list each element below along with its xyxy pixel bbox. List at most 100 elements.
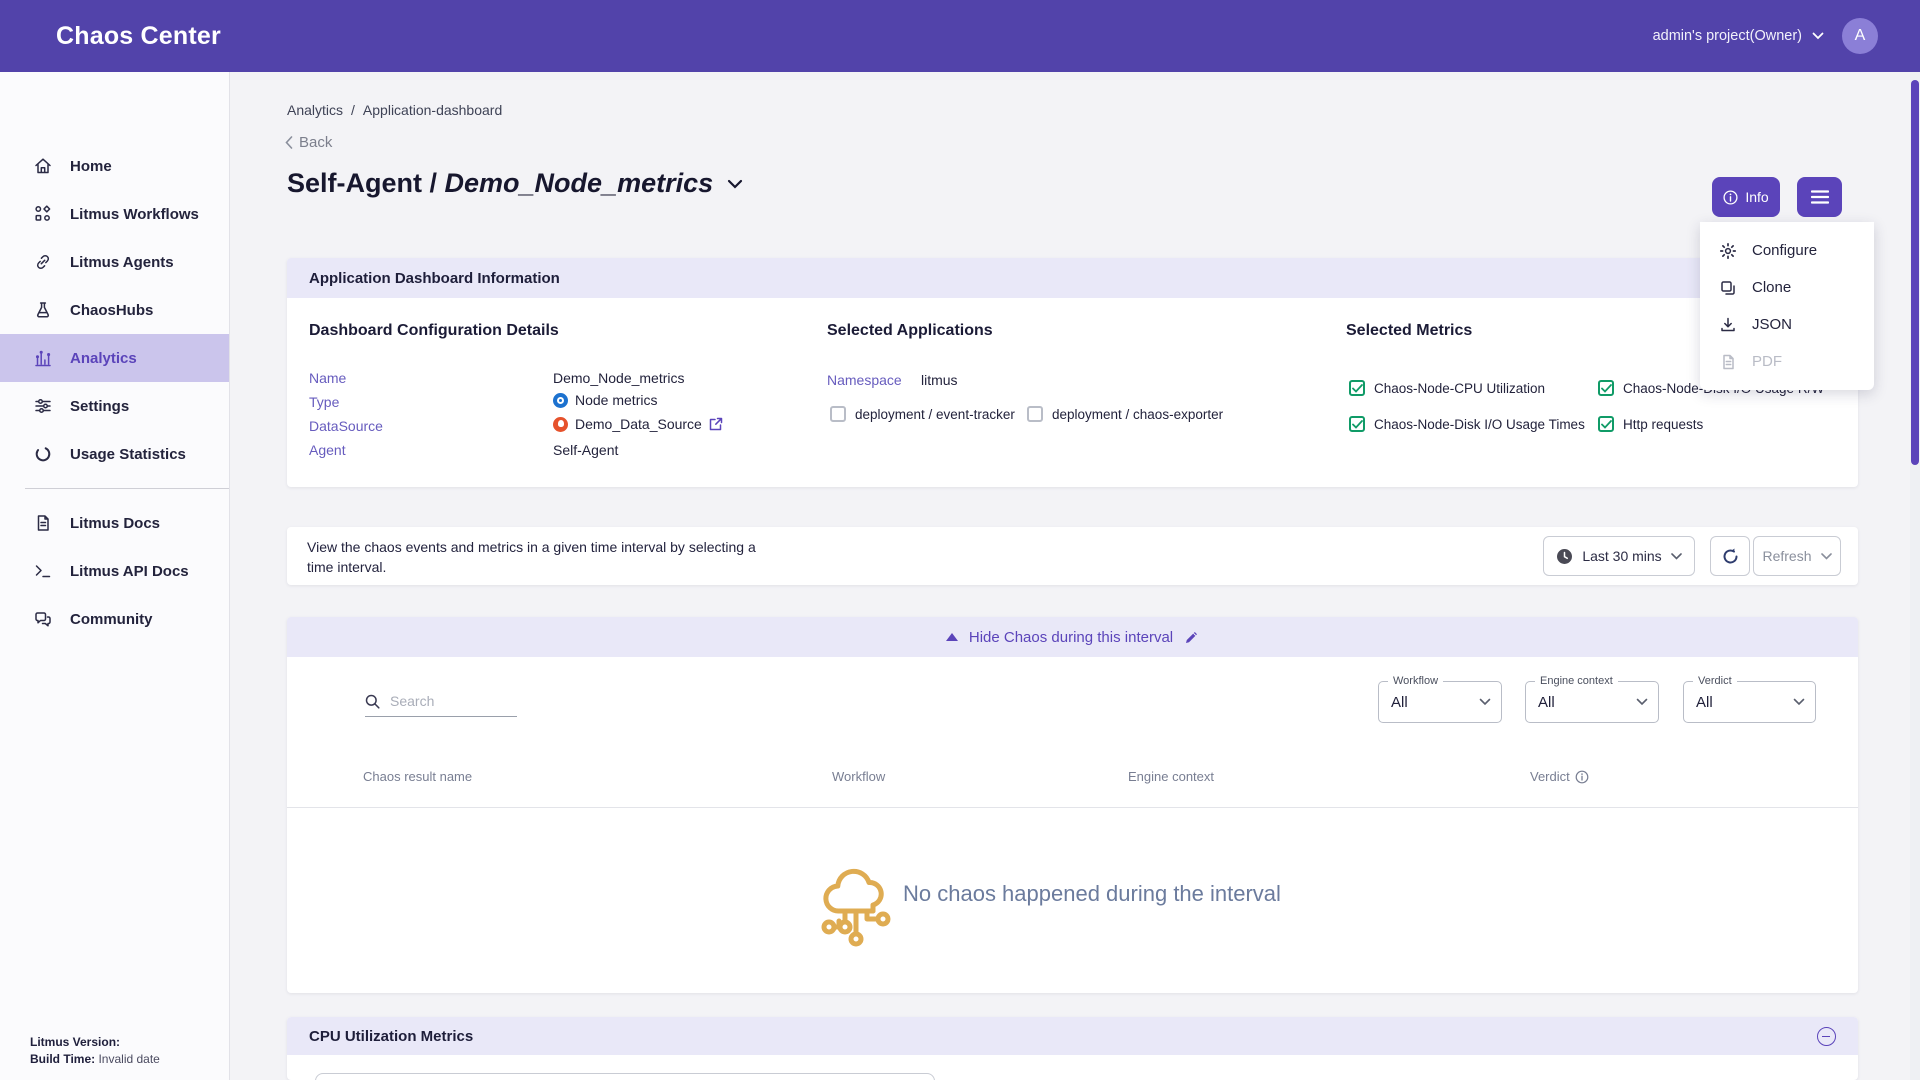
title-chevron-down-icon[interactable] [727,179,743,189]
sidebar: Home Litmus Workflows Litmus Agents Chao… [0,72,230,1080]
verdict-filter[interactable]: Verdict All [1683,681,1816,723]
selected-applications-title: Selected Applications [827,322,993,340]
edit-pencil-icon[interactable] [1184,630,1199,645]
workflow-filter-label: Workflow [1388,675,1443,687]
checkbox-checked-icon [1598,416,1614,432]
name-label: Name [309,370,346,386]
checkbox-disk-io-times[interactable]: Chaos-Node-Disk I/O Usage Times [1349,416,1585,432]
checkbox-label: deployment / chaos-exporter [1052,407,1223,422]
scrollbar-thumb[interactable] [1911,80,1919,465]
sidebar-item-litmus-docs[interactable]: Litmus Docs [0,499,229,547]
info-icon [1723,190,1738,205]
checkbox-deployment-chaos-exporter[interactable]: deployment / chaos-exporter [1027,406,1223,422]
chevron-down-icon [1479,698,1491,706]
menu-item-label: Clone [1752,279,1791,296]
menu-item-pdf[interactable]: PDF [1700,343,1874,380]
agent-label: Agent [309,442,346,458]
dashboard-menu-button[interactable] [1797,177,1842,217]
checkbox-unchecked-icon [1027,406,1043,422]
search-icon [365,694,380,709]
sidebar-item-litmus-agents[interactable]: Litmus Agents [0,238,229,286]
sliders-icon [33,396,53,416]
bar-chart-icon [33,348,53,368]
namespace-value: litmus [921,372,958,388]
breadcrumb-analytics[interactable]: Analytics [287,102,343,118]
time-range-value: Last 30 mins [1582,548,1661,564]
menu-item-configure[interactable]: Configure [1700,232,1874,269]
column-verdict-label: Verdict [1530,769,1570,784]
checkbox-deployment-event-tracker[interactable]: deployment / event-tracker [830,406,1015,422]
cpu-utilization-card: CPU Utilization Metrics [287,1017,1858,1080]
config-details-title: Dashboard Configuration Details [309,322,559,340]
column-verdict: Verdict [1530,769,1589,784]
checkbox-cpu-utilization[interactable]: Chaos-Node-CPU Utilization [1349,380,1545,396]
sidebar-item-community[interactable]: Community [0,595,229,643]
verdict-info-icon[interactable] [1575,770,1589,784]
chevron-down-icon [1821,553,1832,560]
collapse-arrow-icon [946,633,958,641]
checkbox-http-requests[interactable]: Http requests [1598,416,1703,432]
collapse-minus-icon[interactable] [1817,1027,1836,1046]
engine-context-filter[interactable]: Engine context All [1525,681,1659,723]
external-link-icon[interactable] [709,417,723,431]
engine-context-filter-label: Engine context [1535,675,1618,687]
sidebar-item-label: ChaosHubs [70,302,153,319]
chaos-events-card: Hide Chaos during this interval Workflow… [287,617,1858,993]
info-button-label: Info [1745,189,1768,205]
avatar[interactable]: A [1842,18,1878,54]
column-engine-context: Engine context [1128,769,1214,784]
workflow-filter[interactable]: Workflow All [1378,681,1502,723]
verdict-filter-value: All [1696,694,1713,711]
empty-cloud-icon [821,863,891,955]
checkbox-label: Http requests [1623,417,1703,432]
back-label: Back [299,134,332,151]
search-field [365,692,517,717]
sidebar-item-usage-statistics[interactable]: Usage Statistics [0,430,229,478]
sidebar-item-label: Usage Statistics [70,446,186,463]
time-range-select[interactable]: Last 30 mins [1543,536,1695,576]
dashboard-actions-menu: Configure Clone JSON PDF [1700,222,1874,390]
clock-icon [1556,548,1573,565]
back-button[interactable]: Back [285,134,332,151]
sidebar-item-chaoshubs[interactable]: ChaosHubs [0,286,229,334]
prometheus-icon [553,417,568,432]
sidebar-item-analytics[interactable]: Analytics [0,334,229,382]
menu-item-json[interactable]: JSON [1700,306,1874,343]
info-button[interactable]: Info [1712,177,1780,217]
breadcrumb-separator: / [351,102,355,118]
chevron-down-icon [1812,32,1824,40]
dashboard-information-header: Application Dashboard Information [287,258,1858,298]
link-icon [33,252,53,272]
interval-description: View the chaos events and metrics in a g… [307,537,757,577]
project-selector[interactable]: admin's project(Owner) [1653,28,1824,44]
sidebar-item-label: Home [70,158,112,175]
agent-value: Self-Agent [553,442,618,458]
cpu-section-title: CPU Utilization Metrics [309,1028,473,1045]
chevron-down-icon [1636,698,1648,706]
sidebar-item-litmus-api-docs[interactable]: Litmus API Docs [0,547,229,595]
refresh-dropdown-button[interactable]: Refresh [1753,536,1841,576]
datasource-value-text: Demo_Data_Source [575,416,702,432]
search-input[interactable] [388,692,506,710]
type-label: Type [309,394,339,410]
type-value: Node metrics [553,392,657,408]
checkbox-unchecked-icon [830,406,846,422]
page-scrollbar[interactable] [1910,72,1920,1080]
hide-chaos-toggle[interactable]: Hide Chaos during this interval [287,617,1858,657]
breadcrumb-application-dashboard[interactable]: Application-dashboard [363,102,502,118]
type-value-text: Node metrics [575,392,657,408]
sidebar-item-litmus-workflows[interactable]: Litmus Workflows [0,190,229,238]
menu-item-label: JSON [1752,316,1792,333]
menu-item-label: PDF [1752,353,1782,370]
cpu-chart-placeholder [315,1073,935,1080]
menu-item-clone[interactable]: Clone [1700,269,1874,306]
workflow-filter-value: All [1391,694,1408,711]
sidebar-item-label: Litmus Agents [70,254,174,271]
sidebar-item-label: Community [70,611,153,628]
sidebar-item-settings[interactable]: Settings [0,382,229,430]
chat-bubbles-icon [33,609,53,629]
sidebar-item-label: Settings [70,398,129,415]
sidebar-item-home[interactable]: Home [0,142,229,190]
flask-icon [33,300,53,320]
reload-button[interactable] [1710,536,1750,576]
